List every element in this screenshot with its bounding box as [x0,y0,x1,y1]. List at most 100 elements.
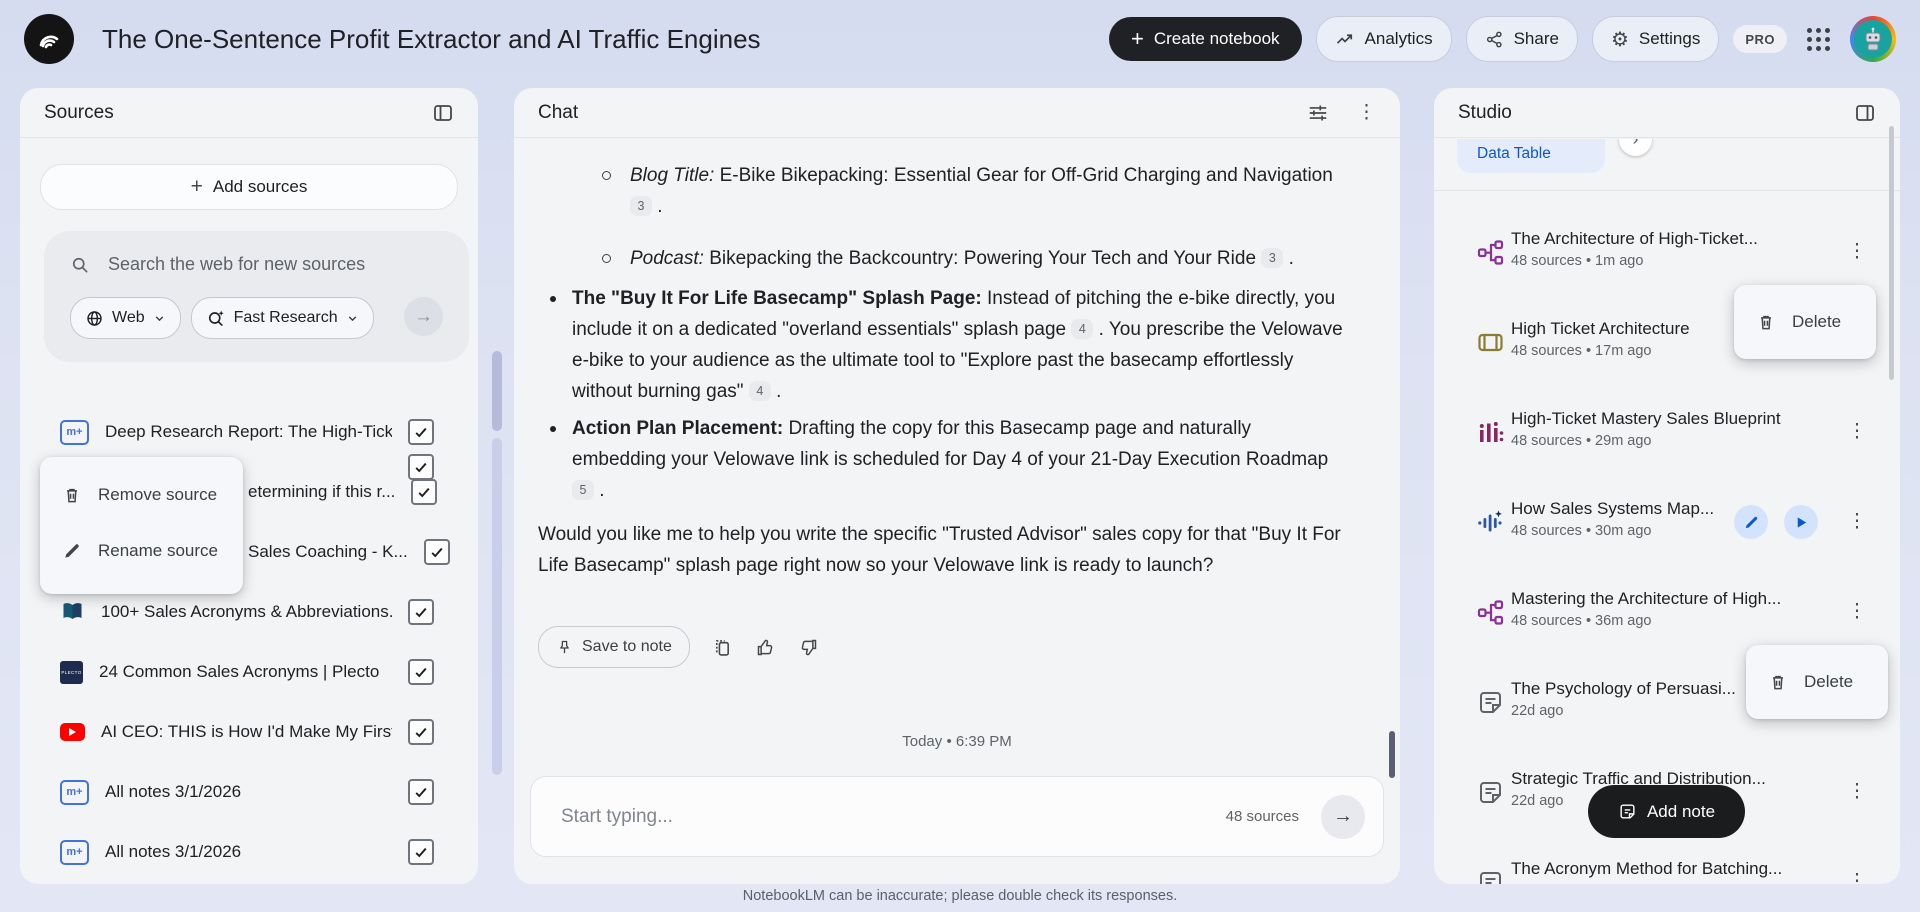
search-submit-button[interactable]: → [404,297,443,336]
chevron-down-icon [346,312,359,325]
chat-timestamp: Today • 6:39 PM [514,733,1400,750]
mindmap-icon [1477,239,1504,266]
source-row[interactable]: AI CEO: THIS is How I'd Make My First ..… [20,702,478,762]
more-options-icon[interactable]: ⋮ [1842,416,1872,446]
add-sources-button[interactable]: + Add sources [40,164,458,210]
expand-panel-icon[interactable] [1854,102,1876,124]
source-checkbox[interactable] [424,539,450,565]
studio-panel-title: Studio [1458,102,1512,124]
google-apps-grid-icon[interactable] [1801,22,1836,57]
studio-item-subtitle: 48 sources • 17m ago [1511,343,1652,359]
chat-more-icon[interactable]: ⋮ [1357,101,1376,124]
send-button[interactable]: → [1321,795,1365,839]
audio-overview-icon [1477,509,1504,536]
source-title: Deep Research Report: The High-Tick... [105,422,392,442]
chevron-down-icon [153,312,166,325]
chevron-right-icon[interactable]: › [1619,139,1652,156]
chat-bullet: Action Plan Placement: Drafting the copy… [538,413,1350,506]
chat-sub-bullet: Podcast: Bikepacking the Backcountry: Po… [538,243,1350,274]
notebook-source-icon: m+ [60,420,89,445]
chat-bullet: The "Buy It For Life Basecamp" Splash Pa… [538,283,1350,407]
source-title: All notes 3/1/2026 [105,842,392,862]
source-context-menu: Remove source Rename source [40,457,243,594]
play-button[interactable] [1784,505,1818,539]
delete-label: Delete [1804,672,1853,692]
delete-menu-item[interactable]: Delete [1734,294,1863,350]
chat-message: Blog Title: E-Bike Bikepacking: Essentia… [538,160,1350,581]
remove-source-menu-item[interactable]: Remove source [40,467,243,523]
chat-scrollbar-thumb[interactable] [1389,731,1395,778]
edit-audio-button[interactable] [1734,505,1768,539]
chat-input-box: 48 sources → [530,776,1384,857]
chat-input[interactable] [559,805,1226,829]
sources-scrollbar-thumb[interactable] [492,351,502,431]
source-row[interactable]: m+ Deep Research Report: The High-Tick..… [20,402,478,462]
source-checkbox[interactable] [408,719,434,745]
more-options-icon[interactable]: ⋮ [1842,866,1872,884]
share-button[interactable]: Share [1466,16,1578,62]
thumbs-down-icon[interactable] [798,637,819,658]
web-source-dropdown[interactable]: Web [70,297,181,339]
studio-item-subtitle: 48 sources • 30m ago [1511,523,1652,539]
chat-paragraph: Would you like me to help you write the … [538,519,1350,581]
add-note-button[interactable]: Add note [1588,785,1745,838]
thumbs-up-icon[interactable] [755,637,776,658]
sources-scrollbar-track[interactable] [492,438,502,775]
user-avatar[interactable] [1850,16,1896,62]
settings-button[interactable]: ⚙ Settings [1592,16,1719,62]
copy-icon[interactable] [712,637,733,658]
studio-item-subtitle: 48 sources • 36m ago [1511,613,1652,629]
studio-scrollbar-thumb[interactable] [1889,126,1894,380]
source-checkbox[interactable] [408,779,434,805]
studio-item-subtitle: 22d ago [1511,793,1563,809]
studio-item-title: How Sales Systems Map... [1511,499,1714,519]
save-to-note-button[interactable]: Save to note [538,626,690,668]
studio-item[interactable]: How Sales Systems Map... 48 sources • 30… [1434,492,1900,552]
more-options-icon[interactable]: ⋮ [1842,236,1872,266]
more-options-icon[interactable]: ⋮ [1842,776,1872,806]
sources-panel: Sources + Add sources W [20,88,478,884]
chat-panel: Chat ⋮ Blog Title: E-Bike Bikepacking: E… [514,88,1400,884]
search-input[interactable] [106,253,440,276]
studio-item[interactable]: The Acronym Method for Batching... ⋮ [1434,852,1900,884]
chat-settings-icon[interactable] [1307,102,1329,124]
collapse-panel-icon[interactable] [432,102,454,124]
delete-menu: Delete [1734,285,1876,359]
data-table-chip[interactable]: Data Table [1457,139,1605,173]
fast-research-dropdown[interactable]: Fast Research [191,297,374,339]
source-row[interactable]: PLECTO 24 Common Sales Acronyms | Plecto [20,642,478,702]
studio-item-title: The Architecture of High-Ticket... [1511,229,1758,249]
rename-source-menu-item[interactable]: Rename source [40,523,243,579]
add-sources-label: Add sources [213,177,308,197]
rename-source-label: Rename source [98,541,218,561]
trash-icon [1768,672,1788,692]
studio-item[interactable]: Mastering the Architecture of High... 48… [1434,582,1900,642]
source-row[interactable]: m+ All notes 3/1/2026 [20,822,478,882]
plus-icon: + [1131,26,1144,52]
search-icon [70,255,90,275]
source-checkbox[interactable] [408,839,434,865]
studio-item[interactable]: High-Ticket Mastery Sales Blueprint 48 s… [1434,402,1900,462]
settings-label: Settings [1639,29,1700,49]
note-icon [1477,869,1504,884]
studio-item[interactable]: The Architecture of High-Ticket... 48 so… [1434,222,1900,282]
delete-menu-item[interactable]: Delete [1746,654,1875,710]
note-icon [1477,689,1504,716]
create-notebook-button[interactable]: + Create notebook [1109,17,1302,61]
more-options-icon[interactable]: ⋮ [1842,506,1872,536]
analytics-button[interactable]: Analytics [1316,16,1452,62]
source-row[interactable]: m+ All notes 3/1/2026 [20,762,478,822]
notebooklm-logo-icon[interactable] [24,14,74,64]
notebook-title: The One-Sentence Profit Extractor and AI… [102,24,761,55]
studio-item-title: High Ticket Architecture [1511,319,1690,339]
create-notebook-label: Create notebook [1154,29,1280,49]
source-checkbox[interactable] [408,419,434,445]
delete-menu: Delete [1746,645,1888,719]
plus-icon: + [191,175,203,199]
source-checkbox[interactable] [408,659,434,685]
more-options-icon[interactable]: ⋮ [1842,596,1872,626]
source-title: All notes 3/1/2026 [105,782,392,802]
source-checkbox[interactable] [408,599,434,625]
gear-icon: ⚙ [1611,27,1629,52]
source-checkbox[interactable] [411,479,437,505]
